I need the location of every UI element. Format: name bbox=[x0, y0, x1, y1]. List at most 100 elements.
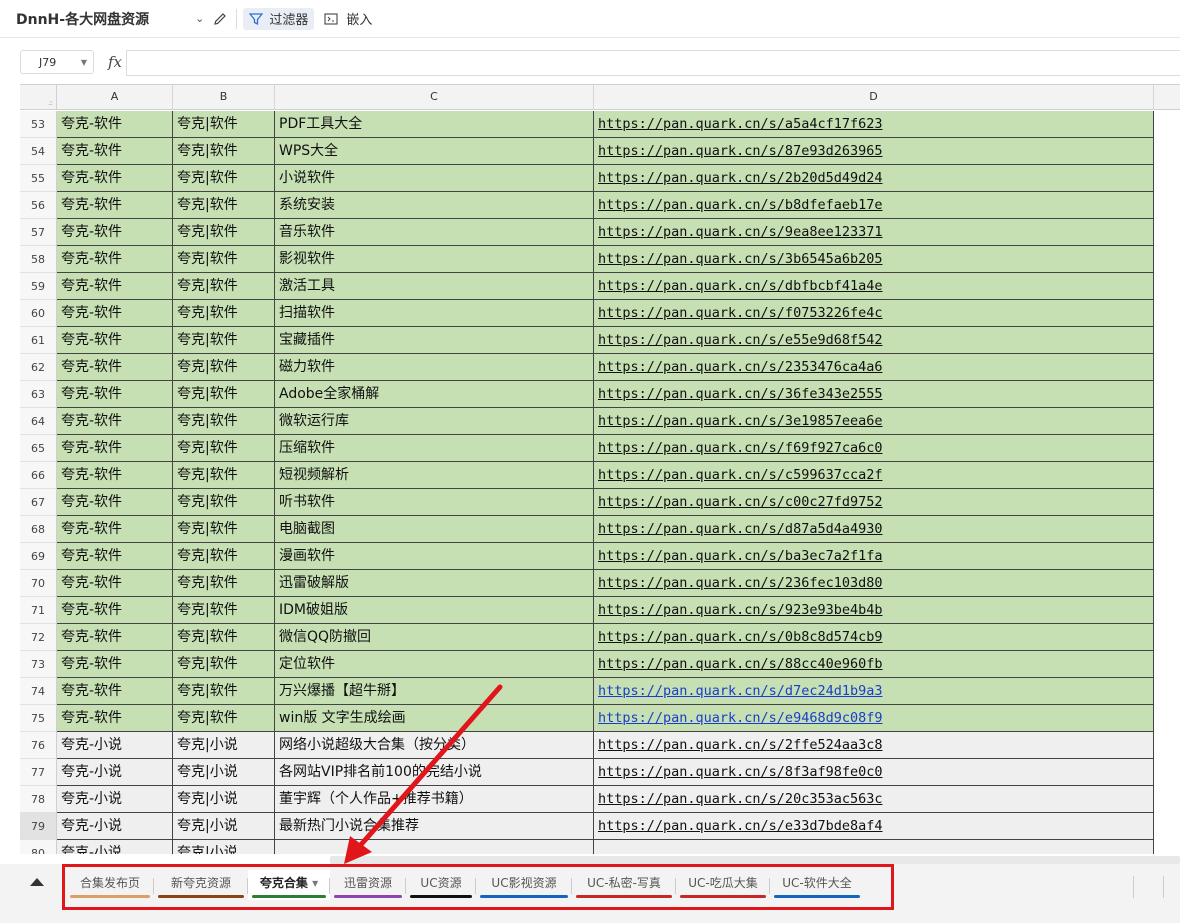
row-number[interactable]: 58 bbox=[20, 246, 57, 273]
cell-a[interactable]: 夸克-软件 bbox=[57, 489, 173, 516]
cell-a[interactable]: 夸克-软件 bbox=[57, 597, 173, 624]
row-number[interactable]: 54 bbox=[20, 138, 57, 165]
cell-c[interactable]: 影视软件 bbox=[275, 246, 594, 273]
cell-b[interactable]: 夸克|软件 bbox=[173, 570, 275, 597]
cell-c[interactable]: PDF工具大全 bbox=[275, 111, 594, 138]
row-number[interactable]: 67 bbox=[20, 489, 57, 516]
cell-c[interactable]: 音乐软件 bbox=[275, 219, 594, 246]
cell-b[interactable]: 夸克|软件 bbox=[173, 219, 275, 246]
cell-c[interactable]: 磁力软件 bbox=[275, 354, 594, 381]
row-number[interactable]: 64 bbox=[20, 408, 57, 435]
cell-c[interactable]: 漫画软件 bbox=[275, 543, 594, 570]
link-cell[interactable]: https://pan.quark.cn/s/e33d7bde8af4 bbox=[594, 813, 1154, 840]
cell-b[interactable]: 夸克|软件 bbox=[173, 300, 275, 327]
cell-c[interactable]: 定位软件 bbox=[275, 651, 594, 678]
cell-b[interactable]: 夸克|小说 bbox=[173, 813, 275, 840]
cell-c[interactable]: 系统安装 bbox=[275, 192, 594, 219]
column-header-c[interactable]: C bbox=[275, 85, 594, 110]
cell-b[interactable]: 夸克|小说 bbox=[173, 759, 275, 786]
cell-a[interactable]: 夸克-软件 bbox=[57, 462, 173, 489]
cell-b[interactable]: 夸克|软件 bbox=[173, 138, 275, 165]
cell-c[interactable]: 各网站VIP排名前100的完结小说 bbox=[275, 759, 594, 786]
row-number[interactable]: 59 bbox=[20, 273, 57, 300]
cell-a[interactable]: 夸克-软件 bbox=[57, 300, 173, 327]
cell-c[interactable]: 压缩软件 bbox=[275, 435, 594, 462]
link-cell[interactable]: https://pan.quark.cn/s/3e19857eea6e bbox=[594, 408, 1154, 435]
cell-b[interactable]: 夸克|软件 bbox=[173, 111, 275, 138]
cell-b[interactable]: 夸克|软件 bbox=[173, 354, 275, 381]
column-header-d[interactable]: D bbox=[594, 85, 1154, 110]
cell-c[interactable]: 扫描软件 bbox=[275, 300, 594, 327]
cell-c[interactable]: win版 文字生成绘画 bbox=[275, 705, 594, 732]
formula-input[interactable] bbox=[126, 50, 1180, 76]
expand-up-arrow-icon[interactable] bbox=[30, 878, 44, 886]
link-cell[interactable]: https://pan.quark.cn/s/9ea8ee123371 bbox=[594, 219, 1154, 246]
link-cell[interactable]: https://pan.quark.cn/s/87e93d263965 bbox=[594, 138, 1154, 165]
row-number[interactable]: 53 bbox=[20, 111, 57, 138]
column-header-a[interactable]: A bbox=[57, 85, 173, 110]
cell-a[interactable]: 夸克-软件 bbox=[57, 651, 173, 678]
row-number[interactable]: 69 bbox=[20, 543, 57, 570]
cell-a[interactable]: 夸克-软件 bbox=[57, 192, 173, 219]
cell-a[interactable]: 夸克-软件 bbox=[57, 678, 173, 705]
row-number[interactable]: 77 bbox=[20, 759, 57, 786]
cell-b[interactable]: 夸克|软件 bbox=[173, 408, 275, 435]
cell-b[interactable]: 夸克|软件 bbox=[173, 678, 275, 705]
cell-a[interactable]: 夸克-软件 bbox=[57, 111, 173, 138]
cell-a[interactable]: 夸克-软件 bbox=[57, 543, 173, 570]
cell-a[interactable]: 夸克-软件 bbox=[57, 408, 173, 435]
cell-a[interactable]: 夸克-软件 bbox=[57, 381, 173, 408]
title-dropdown-chevron-icon[interactable]: ⌄ bbox=[195, 12, 204, 25]
cell-b[interactable]: 夸克|软件 bbox=[173, 705, 275, 732]
cell-b[interactable]: 夸克|小说 bbox=[173, 840, 275, 854]
cell-a[interactable]: 夸克-软件 bbox=[57, 624, 173, 651]
link-cell[interactable]: https://pan.quark.cn/s/a5a4cf17f623 bbox=[594, 111, 1154, 138]
link-cell[interactable]: https://pan.quark.cn/s/2b20d5d49d24 bbox=[594, 165, 1154, 192]
cell-c[interactable]: 电脑截图 bbox=[275, 516, 594, 543]
cell-b[interactable]: 夸克|小说 bbox=[173, 786, 275, 813]
row-number[interactable]: 71 bbox=[20, 597, 57, 624]
cell-c[interactable]: 微信QQ防撤回 bbox=[275, 624, 594, 651]
horizontal-scrollbar[interactable] bbox=[330, 856, 1180, 864]
edit-pencil-icon[interactable] bbox=[212, 11, 228, 27]
cell-b[interactable]: 夸克|软件 bbox=[173, 192, 275, 219]
cell-c[interactable]: 短视频解析 bbox=[275, 462, 594, 489]
cell-c[interactable] bbox=[275, 840, 594, 854]
cell-c[interactable]: 听书软件 bbox=[275, 489, 594, 516]
cell-b[interactable]: 夸克|软件 bbox=[173, 624, 275, 651]
link-cell[interactable]: https://pan.quark.cn/s/36fe343e2555 bbox=[594, 381, 1154, 408]
link-cell[interactable]: https://pan.quark.cn/s/0b8c8d574cb9 bbox=[594, 624, 1154, 651]
row-number[interactable]: 60 bbox=[20, 300, 57, 327]
link-cell[interactable]: https://pan.quark.cn/s/e9468d9c08f9 bbox=[594, 705, 1154, 732]
row-number[interactable]: 72 bbox=[20, 624, 57, 651]
link-cell[interactable]: https://pan.quark.cn/s/f0753226fe4c bbox=[594, 300, 1154, 327]
link-cell[interactable]: https://pan.quark.cn/s/e55e9d68f542 bbox=[594, 327, 1154, 354]
cell-b[interactable]: 夸克|软件 bbox=[173, 543, 275, 570]
cell-c[interactable]: 董宇辉（个人作品+推荐书籍） bbox=[275, 786, 594, 813]
row-number[interactable]: 57 bbox=[20, 219, 57, 246]
cell-a[interactable]: 夸克-软件 bbox=[57, 354, 173, 381]
cell-a[interactable]: 夸克-小说 bbox=[57, 813, 173, 840]
cell-b[interactable]: 夸克|软件 bbox=[173, 597, 275, 624]
row-number[interactable]: 73 bbox=[20, 651, 57, 678]
cell-b[interactable]: 夸克|软件 bbox=[173, 462, 275, 489]
link-cell[interactable]: https://pan.quark.cn/s/d87a5d4a4930 bbox=[594, 516, 1154, 543]
cell-a[interactable]: 夸克-软件 bbox=[57, 570, 173, 597]
row-number[interactable]: 78 bbox=[20, 786, 57, 813]
cell-a[interactable]: 夸克-软件 bbox=[57, 435, 173, 462]
link-cell[interactable]: https://pan.quark.cn/s/3b6545a6b205 bbox=[594, 246, 1154, 273]
cell-a[interactable]: 夸克-小说 bbox=[57, 732, 173, 759]
cell-b[interactable]: 夸克|软件 bbox=[173, 651, 275, 678]
cell-b[interactable]: 夸克|小说 bbox=[173, 732, 275, 759]
row-number[interactable]: 61 bbox=[20, 327, 57, 354]
row-number[interactable]: 79 bbox=[20, 813, 57, 840]
cell-a[interactable]: 夸克-软件 bbox=[57, 246, 173, 273]
link-cell[interactable]: https://pan.quark.cn/s/2353476ca4a6 bbox=[594, 354, 1154, 381]
cell-a[interactable]: 夸克-软件 bbox=[57, 516, 173, 543]
cell-b[interactable]: 夸克|软件 bbox=[173, 489, 275, 516]
row-number[interactable]: 68 bbox=[20, 516, 57, 543]
cell-c[interactable]: 网络小说超级大合集（按分类） bbox=[275, 732, 594, 759]
cell-c[interactable]: 最新热门小说合集推荐 bbox=[275, 813, 594, 840]
row-number[interactable]: 56 bbox=[20, 192, 57, 219]
link-cell[interactable]: https://pan.quark.cn/s/c00c27fd9752 bbox=[594, 489, 1154, 516]
